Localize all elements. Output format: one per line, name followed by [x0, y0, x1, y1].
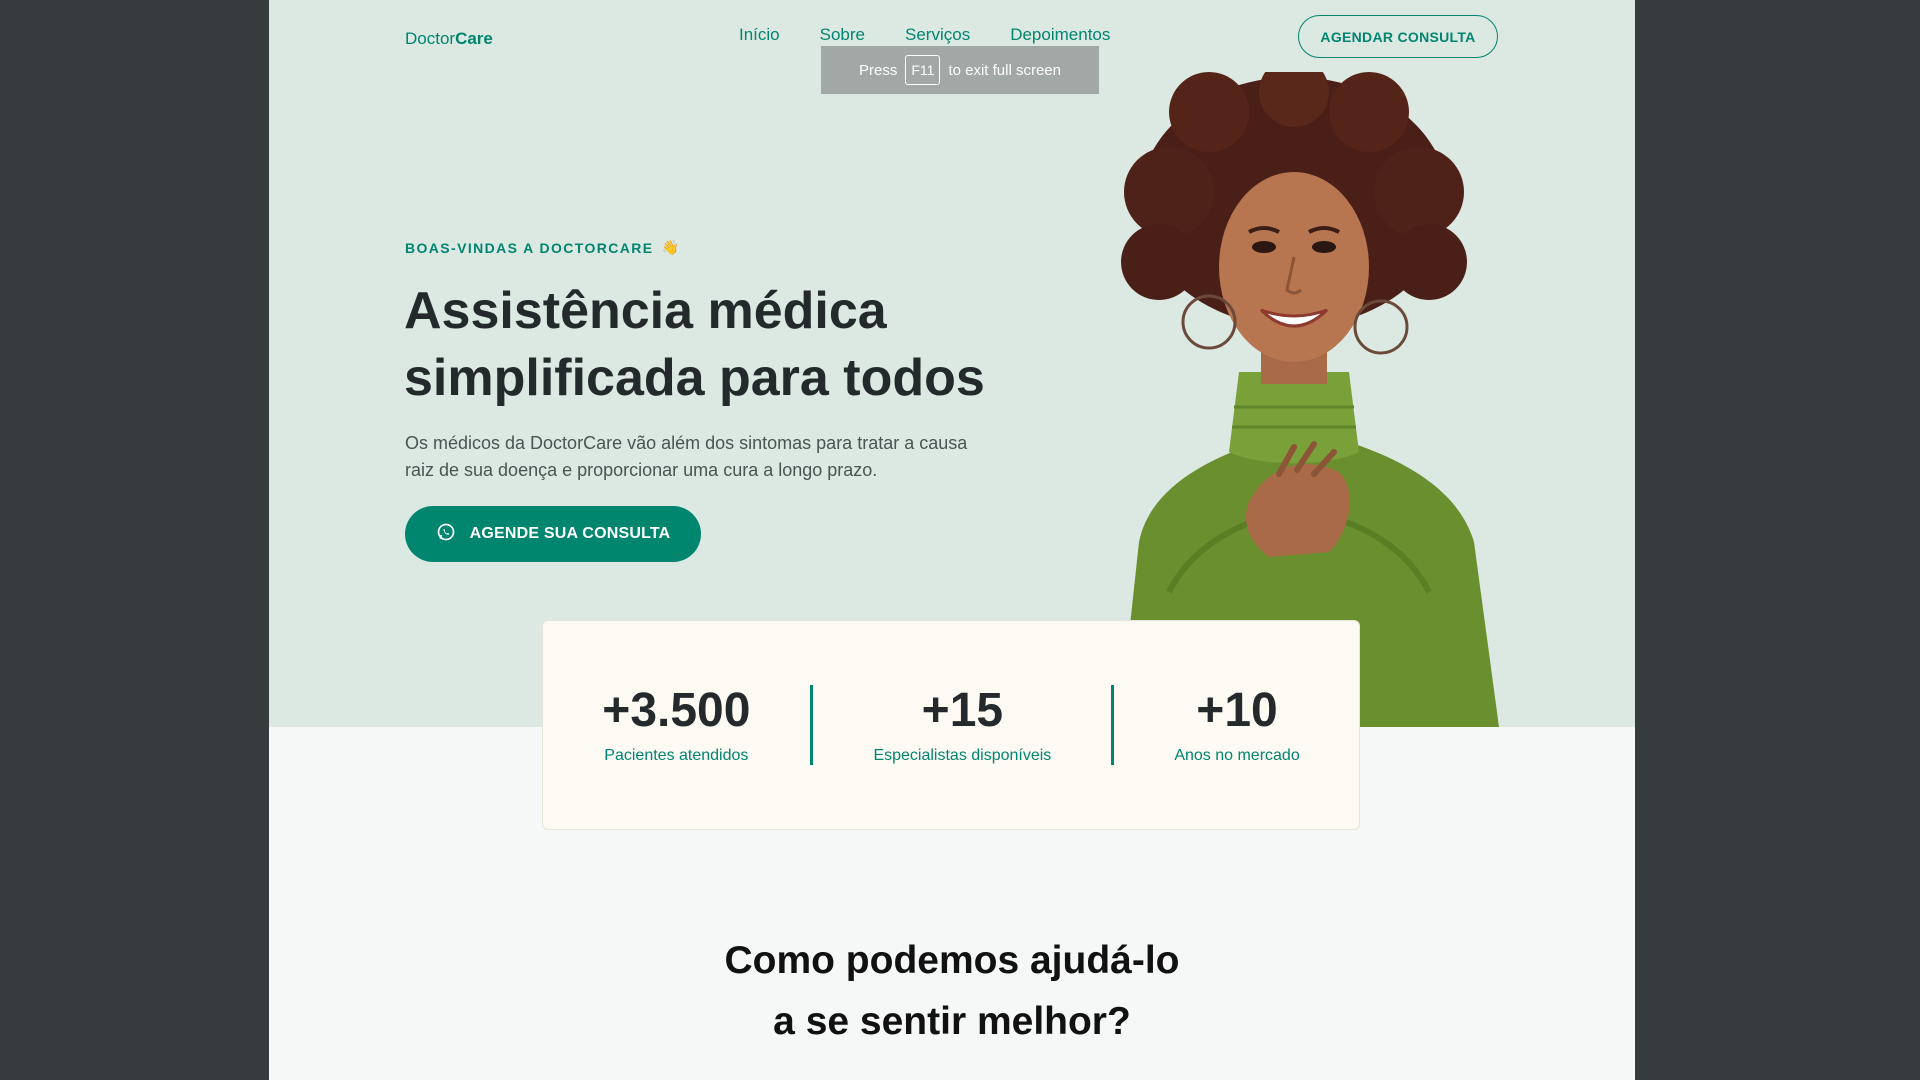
hero-description: Os médicos da DoctorCare vão além dos si…	[405, 433, 968, 480]
stat-patients: +3.500 Pacientes atendidos	[602, 685, 750, 765]
nav-item-inicio[interactable]: Início	[739, 25, 780, 45]
waving-hand-icon: 👋	[661, 239, 681, 255]
whatsapp-icon	[436, 522, 456, 547]
services-title-line1: Como podemos ajudá-lo	[724, 939, 1180, 982]
stat-value: +10	[1196, 684, 1278, 737]
logo[interactable]: DoctorCare	[405, 29, 493, 49]
stat-divider	[810, 685, 814, 765]
toast-key: F11	[905, 55, 941, 85]
book-appointment-button[interactable]: AGENDE SUA CONSULTA	[405, 506, 701, 562]
stat-specialists: +15 Especialistas disponíveis	[873, 685, 1051, 765]
nav-item-servicos[interactable]: Serviços	[905, 25, 970, 45]
hero-title: Assistência médica simplificada para tod…	[404, 278, 1044, 412]
stat-label: Anos no mercado	[1174, 747, 1300, 764]
main-nav: Início Sobre Serviços Depoimentos	[739, 25, 1150, 45]
stat-years: +10 Anos no mercado	[1174, 685, 1299, 765]
services-section-title: Como podemos ajudá-lo a se sentir melhor…	[269, 930, 1635, 1052]
eyebrow-text: BOAS-VINDAS A DOCTORCARE	[405, 239, 654, 256]
stat-value: +15	[921, 684, 1004, 737]
nav-item-depoimentos[interactable]: Depoimentos	[1010, 25, 1110, 45]
page: DoctorCare Início Sobre Serviços Depoime…	[269, 0, 1635, 1080]
toast-press-text: Press	[859, 61, 898, 79]
stat-value: +3.500	[602, 684, 751, 737]
logo-suffix: Care	[455, 29, 493, 48]
hero-title-line1: Assistência médica	[404, 282, 887, 340]
hero-title-line2: simplificada para todos	[404, 349, 985, 407]
stat-label: Especialistas disponíveis	[873, 747, 1052, 764]
book-appointment-label: AGENDE SUA CONSULTA	[469, 525, 671, 542]
nav-item-sobre[interactable]: Sobre	[820, 25, 865, 45]
stats-card: +3.500 Pacientes atendidos +15 Especiali…	[542, 620, 1360, 830]
stat-label: Pacientes atendidos	[604, 747, 749, 764]
stat-divider	[1111, 685, 1115, 765]
hero-eyebrow: BOAS-VINDAS A DOCTORCARE 👋	[405, 239, 680, 256]
schedule-appointment-button[interactable]: AGENDAR CONSULTA	[1298, 15, 1498, 58]
services-title-line2: a se sentir melhor?	[773, 1000, 1131, 1043]
logo-prefix: Doctor	[405, 29, 456, 48]
